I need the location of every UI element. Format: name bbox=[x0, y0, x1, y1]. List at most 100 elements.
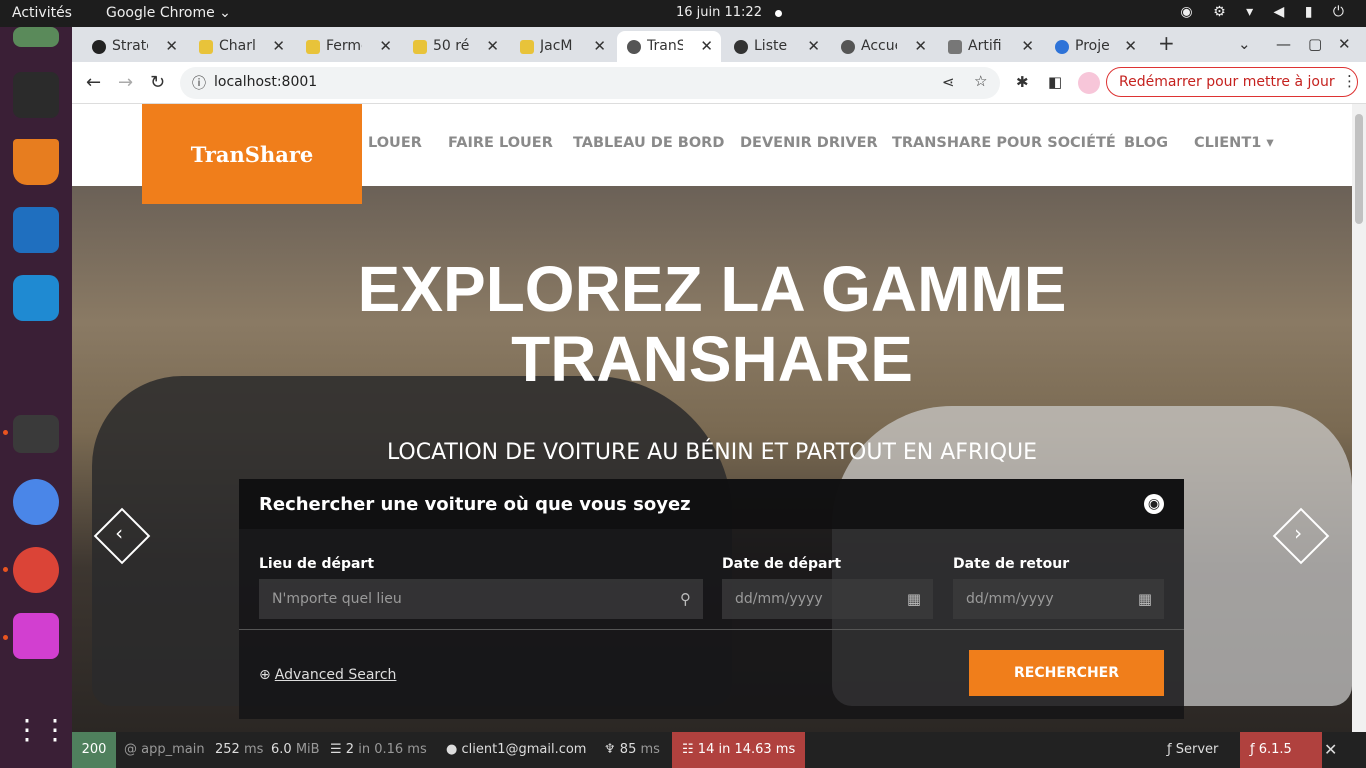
side-panel-icon[interactable]: ◧ bbox=[1048, 73, 1062, 91]
symfony-version-badge[interactable]: ƒ 6.1.5 bbox=[1240, 732, 1322, 768]
minimize-icon[interactable]: — bbox=[1276, 35, 1291, 53]
new-tab-button[interactable]: + bbox=[1158, 31, 1175, 55]
nav-user-menu[interactable]: CLIENT1 ▾ bbox=[1194, 135, 1274, 151]
tab[interactable]: Liste ✕ bbox=[724, 31, 828, 62]
calculator-icon[interactable] bbox=[13, 27, 59, 47]
close-tab-icon[interactable]: ✕ bbox=[379, 37, 392, 55]
database-queries-badge[interactable]: ☷ 14 in 14.63 ms bbox=[672, 732, 806, 768]
tab[interactable]: Ferme ✕ bbox=[296, 31, 400, 62]
close-tab-icon[interactable]: ✕ bbox=[1021, 37, 1034, 55]
tab-favicon-icon bbox=[92, 40, 106, 54]
return-date-input[interactable]: dd/mm/yyyy ▦ bbox=[953, 579, 1164, 619]
tab[interactable]: Accue ✕ bbox=[831, 31, 935, 62]
tab[interactable]: Artifi ✕ bbox=[938, 31, 1042, 62]
maximize-icon[interactable]: ▢ bbox=[1308, 35, 1322, 53]
nav-blog[interactable]: BLOG bbox=[1124, 135, 1168, 151]
close-window-icon[interactable]: ✕ bbox=[1338, 35, 1351, 53]
url-text[interactable]: localhost:8001 bbox=[214, 74, 317, 90]
running-indicator bbox=[3, 430, 8, 435]
tab-favicon-icon bbox=[520, 40, 534, 54]
share-icon[interactable]: ⋖ bbox=[942, 73, 955, 91]
clock[interactable]: 16 juin 11:22 bbox=[676, 5, 762, 20]
activities-button[interactable]: Activités bbox=[12, 5, 72, 21]
menu-icon[interactable]: ⋮ bbox=[1342, 72, 1357, 90]
tab-label: Ferme bbox=[326, 38, 362, 54]
tab[interactable]: 50 rés ✕ bbox=[403, 31, 507, 62]
web-page: LOUER FAIRE LOUER TABLEAU DE BORD DEVENI… bbox=[72, 104, 1352, 732]
close-tab-icon[interactable]: ✕ bbox=[272, 37, 285, 55]
scrollbar-thumb[interactable] bbox=[1355, 114, 1363, 224]
server-panel[interactable]: ƒ Server bbox=[1167, 742, 1218, 757]
tab[interactable]: JacM ✕ bbox=[510, 31, 614, 62]
extensions-icon[interactable]: ✱ bbox=[1016, 73, 1029, 91]
dock: ⋮⋮ bbox=[0, 27, 72, 768]
chrome-icon[interactable] bbox=[13, 547, 59, 593]
advanced-search-label[interactable]: Advanced Search bbox=[275, 667, 397, 683]
nav-faire-louer[interactable]: FAIRE LOUER bbox=[448, 135, 553, 151]
close-tab-icon[interactable]: ✕ bbox=[165, 37, 178, 55]
system-tray[interactable]: ◉ ⚙ ▾ ◀ ▮ ⏻ bbox=[1180, 4, 1352, 20]
site-logo[interactable]: TranShare bbox=[142, 104, 362, 204]
advanced-search-link[interactable]: ⊕ Advanced Search bbox=[259, 667, 396, 683]
close-tab-icon[interactable]: ✕ bbox=[807, 37, 820, 55]
tab[interactable]: Charly ✕ bbox=[189, 31, 293, 62]
time-value: 252 bbox=[215, 742, 240, 757]
nav-tableau-de-bord[interactable]: TABLEAU DE BORD bbox=[573, 135, 724, 151]
close-tab-icon[interactable]: ✕ bbox=[593, 37, 606, 55]
close-tab-icon[interactable]: ✕ bbox=[1124, 37, 1137, 55]
tab[interactable]: Strate ✕ bbox=[82, 31, 186, 62]
chevron-right-icon: › bbox=[1294, 521, 1303, 546]
profile-avatar[interactable] bbox=[1078, 72, 1100, 94]
nav-louer[interactable]: LOUER bbox=[368, 135, 422, 151]
os-top-bar: Activités Google Chrome ⌄ 16 juin 11:22 … bbox=[0, 0, 1366, 27]
cache-stats[interactable]: ☰ 2 in 0.16 ms bbox=[330, 742, 427, 757]
close-toolbar-button[interactable]: ✕ bbox=[1324, 740, 1337, 759]
search-button[interactable]: RECHERCHER bbox=[969, 650, 1164, 696]
globe-icon[interactable]: ◉ bbox=[1144, 494, 1164, 514]
memory-usage[interactable]: 6.0 MiB bbox=[271, 742, 320, 757]
page-scrollbar[interactable] bbox=[1352, 104, 1366, 732]
close-tab-icon[interactable]: ✕ bbox=[914, 37, 927, 55]
nav-devenir-driver[interactable]: DEVENIR DRIVER bbox=[740, 135, 878, 151]
nav-transhare-societe[interactable]: TRANSHARE POUR SOCIÉTÉ bbox=[892, 135, 1116, 151]
show-apps-icon[interactable]: ⋮⋮ bbox=[13, 713, 69, 753]
security-user[interactable]: ● client1@gmail.com bbox=[446, 742, 586, 757]
tab-label: Charly bbox=[219, 38, 255, 54]
twig-unit: ms bbox=[640, 742, 660, 757]
departure-place-input[interactable]: N'mporte quel lieu ⚲ bbox=[259, 579, 703, 619]
search-panel-header: Rechercher une voiture où que vous soyez… bbox=[239, 479, 1184, 529]
tab-search-icon[interactable]: ⌄ bbox=[1238, 35, 1251, 53]
version-label: 6.1.5 bbox=[1258, 742, 1292, 757]
figma-icon[interactable] bbox=[13, 72, 59, 118]
site-info-icon[interactable]: ⓘ bbox=[192, 73, 206, 93]
app-menu[interactable]: Google Chrome ⌄ bbox=[106, 5, 231, 21]
cache-count: 2 bbox=[345, 742, 355, 757]
request-time[interactable]: 252 ms bbox=[215, 742, 263, 757]
map-pin-icon: ⚲ bbox=[680, 590, 691, 608]
close-tab-icon[interactable]: ✕ bbox=[486, 37, 499, 55]
reload-icon[interactable]: ↻ bbox=[150, 72, 165, 93]
status-code-badge[interactable]: 200 bbox=[72, 732, 116, 768]
tab[interactable]: Proje ✕ bbox=[1045, 31, 1145, 62]
bookmark-star-icon[interactable]: ☆ bbox=[974, 72, 987, 90]
update-button[interactable]: Redémarrer pour mettre à jour bbox=[1106, 67, 1358, 97]
close-tab-icon[interactable]: ✕ bbox=[700, 37, 713, 55]
back-icon[interactable]: ← bbox=[86, 72, 101, 93]
route-name[interactable]: @ app_main bbox=[124, 742, 205, 757]
hero-title-line-2: TRANSHARE bbox=[511, 323, 913, 395]
vlc-icon[interactable] bbox=[13, 139, 59, 185]
hero-subtitle: LOCATION DE VOITURE AU BÉNIN ET PARTOUT … bbox=[386, 440, 1038, 465]
forward-icon[interactable]: → bbox=[118, 72, 133, 93]
omnibox[interactable]: ⓘ localhost:8001 ⋖ ☆ bbox=[180, 67, 1000, 99]
terminal-icon[interactable] bbox=[13, 415, 59, 453]
vscode-icon[interactable] bbox=[13, 275, 59, 321]
user-email: client1@gmail.com bbox=[461, 742, 587, 757]
writer-icon[interactable] bbox=[13, 207, 59, 253]
user-icon: ● bbox=[446, 742, 458, 757]
tab-active[interactable]: TranS ✕ bbox=[617, 31, 721, 62]
phpstorm-icon[interactable] bbox=[13, 613, 59, 659]
running-indicator bbox=[3, 635, 8, 640]
twig-stats[interactable]: ♆ 85 ms bbox=[604, 742, 660, 757]
android-studio-icon[interactable] bbox=[13, 479, 59, 525]
departure-date-input[interactable]: dd/mm/yyyy ▦ bbox=[722, 579, 933, 619]
